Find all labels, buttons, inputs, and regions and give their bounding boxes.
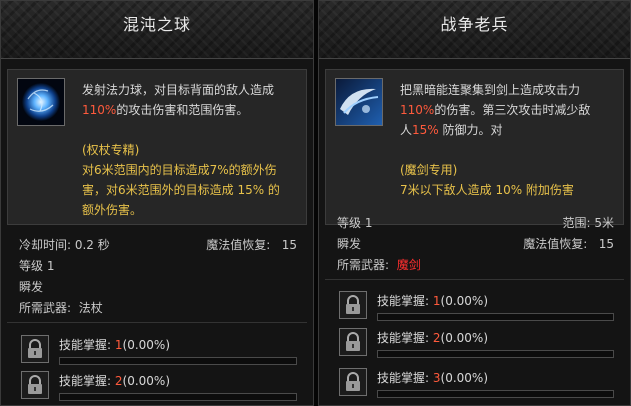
skill-description-panel: 发射法力球，对目标背面的敌人造成 110%的攻击伤害和范围伤害。 (权杖专精) … bbox=[7, 69, 307, 225]
spec-title: (权杖专精) bbox=[82, 143, 140, 157]
desc-line: 发射法力球，对目标背面的敌人造成 bbox=[82, 83, 275, 97]
divider bbox=[7, 322, 307, 323]
mastery-label: 技能掌握: 2(0.00%) bbox=[377, 331, 488, 345]
lock-icon bbox=[339, 291, 367, 319]
mastery-progress-bar bbox=[59, 357, 297, 365]
spec-line: 对6米范围内的目标造成7%的额外伤 bbox=[82, 163, 277, 177]
skill-range: 范围: 5米 bbox=[562, 216, 615, 230]
desc-line: 人15% 防御力。对 bbox=[400, 123, 503, 137]
desc-line: 把黑暗能连聚集到剑上造成攻击力 bbox=[400, 83, 581, 97]
lock-icon bbox=[21, 335, 49, 363]
damage-percent: 110% bbox=[400, 103, 435, 117]
mana-regen: 魔法值恢复: 15 bbox=[206, 238, 297, 252]
cooldown: 冷却时间: 0.2 秒 bbox=[19, 238, 110, 252]
mastery-progress-bar bbox=[377, 313, 614, 321]
required-weapon: 所需武器: 魔剑 bbox=[337, 258, 421, 272]
skill-mastery-row: 技能掌握: 3(0.00%) bbox=[339, 368, 614, 405]
stat-row: 瞬发 bbox=[19, 277, 297, 298]
skill-level: 等级 1 bbox=[19, 259, 55, 273]
defense-percent: 15% bbox=[412, 123, 439, 137]
divider bbox=[325, 279, 624, 280]
mastery-progress-bar bbox=[377, 350, 614, 358]
skill-title: 混沌之球 bbox=[122, 15, 191, 34]
skill-tooltip-card: 战争老兵 把黑暗能连聚集到剑上造成攻击力 110%的伤害。第三次攻击时减少敌 人… bbox=[318, 0, 631, 406]
mastery-progress-bar bbox=[377, 390, 614, 398]
stat-row: 等级 1 范围: 5米 bbox=[337, 213, 614, 234]
mastery-label: 技能掌握: 2(0.00%) bbox=[59, 374, 170, 388]
skill-tooltip-card: 混沌之球 发射法力球，对目标背面的敌人造成 110%的攻击伤害和范围伤害。 (权… bbox=[0, 0, 314, 406]
skill-description-panel: 把黑暗能连聚集到剑上造成攻击力 110%的伤害。第三次攻击时减少敌 人15% 防… bbox=[325, 69, 624, 225]
stat-row: 所需武器: 法杖 bbox=[19, 298, 297, 319]
lock-icon bbox=[339, 368, 367, 396]
skill-stats: 等级 1 范围: 5米 瞬发 魔法值恢复: 15 所需武器: 魔剑 bbox=[337, 213, 614, 276]
chaos-orb-icon bbox=[17, 78, 65, 126]
skill-stats: 冷却时间: 0.2 秒 魔法值恢复: 15 等级 1 瞬发 所需武器: 法杖 bbox=[19, 235, 297, 319]
required-weapon: 所需武器: 法杖 bbox=[19, 301, 103, 315]
stat-row: 所需武器: 魔剑 bbox=[337, 255, 614, 276]
mana-regen: 魔法值恢复: 15 bbox=[523, 237, 614, 251]
spec-line: 额外伤害。 bbox=[82, 203, 143, 217]
damage-percent: 110% bbox=[82, 103, 117, 117]
skill-level: 等级 1 bbox=[337, 216, 373, 230]
stat-row: 冷却时间: 0.2 秒 魔法值恢复: 15 bbox=[19, 235, 297, 256]
stat-row: 等级 1 bbox=[19, 256, 297, 277]
cast-type: 瞬发 bbox=[337, 237, 362, 251]
stat-row: 瞬发 魔法值恢复: 15 bbox=[337, 234, 614, 255]
war-veteran-slash-icon bbox=[335, 78, 383, 126]
cast-type: 瞬发 bbox=[19, 280, 44, 294]
spec-line: 害，对6米范围外的目标造成 15% 的 bbox=[82, 183, 280, 197]
mastery-progress-bar bbox=[59, 393, 297, 401]
skill-title: 战争老兵 bbox=[440, 15, 509, 34]
card-header: 战争老兵 bbox=[319, 1, 630, 59]
lock-icon bbox=[21, 371, 49, 399]
skill-mastery-row: 技能掌握: 2(0.00%) bbox=[339, 328, 614, 372]
lock-icon bbox=[339, 328, 367, 356]
skill-description: 把黑暗能连聚集到剑上造成攻击力 110%的伤害。第三次攻击时减少敌 人15% 防… bbox=[400, 80, 617, 200]
desc-line: 110%的伤害。第三次攻击时减少敌 bbox=[400, 103, 591, 117]
desc-text: 的攻击伤害和范围伤害。 bbox=[116, 103, 249, 117]
mastery-label: 技能掌握: 1(0.00%) bbox=[59, 338, 170, 352]
mastery-label: 技能掌握: 3(0.00%) bbox=[377, 371, 488, 385]
spec-line: 7米以下敌人造成 10% 附加伤害 bbox=[400, 183, 574, 197]
skill-description: 发射法力球，对目标背面的敌人造成 110%的攻击伤害和范围伤害。 (权杖专精) … bbox=[82, 80, 300, 220]
spec-title: (魔剑专用) bbox=[400, 163, 458, 177]
skill-mastery-row: 技能掌握: 2(0.00%) bbox=[21, 371, 297, 405]
card-header: 混沌之球 bbox=[1, 1, 313, 59]
desc-line: 110%的攻击伤害和范围伤害。 bbox=[82, 100, 300, 120]
mastery-label: 技能掌握: 1(0.00%) bbox=[377, 294, 488, 308]
